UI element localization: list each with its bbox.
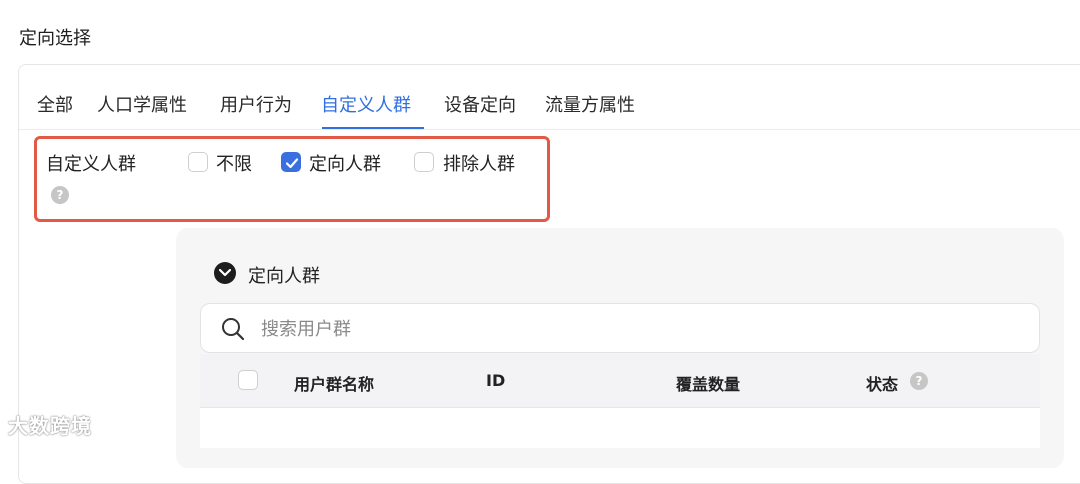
select-all-checkbox[interactable] — [238, 370, 258, 390]
column-header-status[interactable]: 状态 — [866, 371, 898, 395]
audience-table-body — [200, 408, 1040, 448]
checkbox-excluded-audience[interactable] — [414, 152, 434, 172]
section-title: 定向选择 — [19, 28, 91, 49]
targeted-audience-title: 定向人群 — [248, 266, 320, 287]
option-targeted-audience-label: 定向人群 — [309, 154, 381, 175]
checkbox-unlimited[interactable] — [188, 152, 208, 172]
checkbox-targeted-audience[interactable] — [281, 152, 301, 172]
audience-search-box[interactable] — [200, 303, 1040, 353]
option-unlimited-label: 不限 — [216, 154, 252, 175]
watermark-logo: 大数跨境 — [8, 414, 92, 438]
tab-bar: 全部 人口学属性 用户行为 自定义人群 设备定向 流量方属性 — [19, 65, 1080, 130]
tab-demographics[interactable]: 人口学属性 — [97, 91, 187, 117]
column-header-id[interactable]: ID — [486, 371, 505, 390]
chevron-down-circle-icon[interactable] — [214, 262, 236, 284]
tab-user-behavior[interactable]: 用户行为 — [220, 91, 292, 117]
search-icon — [221, 317, 245, 345]
audience-table-header: 用户群名称 ID 覆盖数量 状态 ? — [200, 354, 1040, 408]
tab-all[interactable]: 全部 — [37, 91, 73, 117]
custom-audience-label: 自定义人群 — [46, 154, 136, 175]
tab-device-targeting[interactable]: 设备定向 — [444, 91, 516, 117]
tab-traffic-attributes[interactable]: 流量方属性 — [545, 91, 635, 117]
highlight-annotation — [34, 136, 550, 222]
search-input[interactable] — [259, 314, 1023, 344]
question-circle-icon[interactable]: ? — [51, 186, 69, 204]
column-header-name[interactable]: 用户群名称 — [294, 371, 374, 395]
tab-custom-audience[interactable]: 自定义人群 — [321, 91, 411, 117]
option-excluded-audience-label: 排除人群 — [443, 154, 515, 175]
active-tab-indicator — [322, 127, 424, 129]
column-header-coverage[interactable]: 覆盖数量 — [676, 371, 740, 395]
status-help-icon[interactable]: ? — [910, 372, 928, 390]
